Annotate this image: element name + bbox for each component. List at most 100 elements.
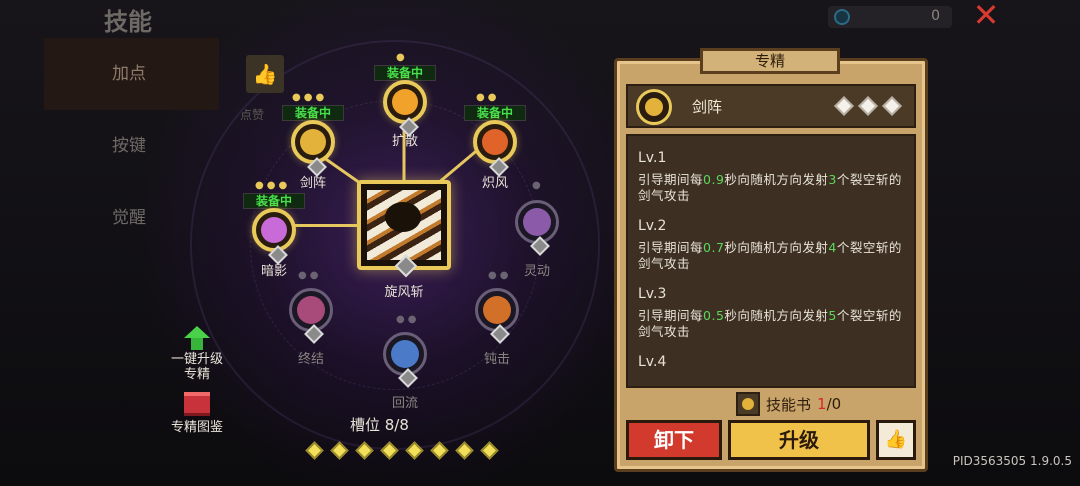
node-dots: ●●: [488, 270, 512, 281]
level-entry: Lv.2 引导期间每0.7秒向随机方向发射4个裂空斩的剑气攻击: [638, 218, 904, 272]
up-arrow-icon: [184, 326, 210, 338]
selected-skill-header: 剑阵: [626, 84, 916, 128]
node-label: 回流: [391, 396, 418, 411]
equipped-tag: 装备中: [243, 193, 305, 209]
currency-counter: 0: [828, 6, 952, 28]
desc-count: 5: [828, 308, 837, 323]
tab-keys[interactable]: 按键: [44, 110, 219, 182]
main-skill-label: 旋风斩: [384, 285, 424, 300]
like-label: 点赞: [240, 108, 265, 122]
level-title: Lv.1: [638, 150, 667, 166]
level-description: 引导期间每0.9秒向随机方向发射3个裂空斩的剑气攻击: [638, 172, 904, 204]
up-arrow-stem: [191, 338, 203, 350]
one-click-upgrade-label: 一键升级 专精: [170, 352, 223, 382]
skill-node-finisher[interactable]: [289, 288, 333, 344]
level-list[interactable]: Lv.1 引导期间每0.9秒向随机方向发射3个裂空斩的剑气攻击 Lv.2 引导期…: [626, 134, 916, 388]
main-skill-node[interactable]: [357, 180, 451, 278]
skill-book-count: 1/0: [817, 395, 841, 413]
skill-book-label: 技能书: [766, 395, 812, 414]
skill-node-blunt-strike[interactable]: [475, 288, 519, 344]
skill-node-shadow[interactable]: [252, 208, 296, 265]
level-entry: Lv.4: [638, 354, 904, 370]
desc-count: 4: [828, 240, 837, 255]
equipped-tag: 装备中: [374, 65, 436, 81]
node-core: [297, 296, 325, 324]
level-description: 引导期间每0.7秒向随机方向发射4个裂空斩的剑气攻击: [638, 240, 904, 272]
tree-link: [293, 224, 358, 227]
node-core: [523, 208, 551, 236]
upgrade-button[interactable]: 升级: [728, 420, 870, 460]
slot-diamond-icon: [305, 441, 324, 460]
book-have: 1: [817, 395, 827, 413]
tab-allocate[interactable]: 加点: [44, 38, 219, 110]
equipped-tag: 装备中: [464, 105, 526, 121]
level-entry: Lv.3 引导期间每0.5秒向随机方向发射5个裂空斩的剑气攻击: [638, 286, 904, 340]
skill-node-blaze-wind[interactable]: [473, 120, 517, 177]
like-button[interactable]: 👍: [246, 55, 284, 93]
panel-title: 专精: [700, 48, 840, 74]
codex-button[interactable]: 专精图鉴: [162, 392, 232, 435]
skill-book-row: 技能书 1/0: [736, 392, 841, 416]
desc-text: 引导期间每: [638, 172, 704, 187]
node-core: [300, 129, 326, 155]
thumbs-up-icon: 👍: [884, 429, 908, 450]
skill-node-sword-array[interactable]: [291, 120, 335, 177]
unequip-button[interactable]: 卸下: [626, 420, 722, 460]
main-skill-art: [367, 190, 441, 260]
panel-like-button[interactable]: 👍: [876, 420, 916, 460]
one-click-upgrade-button[interactable]: 一键升级 专精: [162, 326, 232, 382]
star-icon: [858, 96, 878, 116]
node-dots: ●●●: [292, 92, 328, 103]
node-dots: ●●: [396, 314, 420, 325]
desc-interval: 0.5: [703, 308, 725, 323]
node-core: [392, 89, 418, 115]
star-rating: [834, 96, 902, 116]
node-label: 炽风: [481, 176, 508, 191]
sword-array-icon: [636, 89, 672, 125]
slot-diamonds: [305, 440, 499, 461]
gem-currency-icon: [834, 9, 850, 25]
level-entry: Lv.1 引导期间每0.9秒向随机方向发射3个裂空斩的剑气攻击: [638, 150, 904, 204]
desc-text: 秒向随机方向发射: [724, 240, 829, 255]
desc-interval: 0.7: [703, 240, 725, 255]
star-icon: [882, 96, 902, 116]
currency-value: 0: [931, 8, 940, 24]
slot-diamond-icon: [355, 441, 374, 460]
equipped-tag: 装备中: [282, 105, 344, 121]
tab-awaken[interactable]: 觉醒: [44, 182, 219, 254]
node-dots: ●: [396, 52, 408, 63]
node-dots: ●●: [298, 270, 322, 281]
node-core: [391, 340, 419, 368]
node-dots: ●●: [476, 92, 500, 103]
slot-diamond-icon: [455, 441, 474, 460]
desc-text: 秒向随机方向发射: [724, 172, 829, 187]
main-skill-core: [385, 202, 421, 232]
icon-core: [645, 98, 663, 116]
node-dots: ●: [532, 180, 544, 191]
desc-interval: 0.9: [703, 172, 725, 187]
node-label: 钝击: [483, 352, 510, 367]
slots-label: 槽位 8/8: [350, 416, 409, 434]
close-icon: ✕: [972, 0, 1000, 34]
selected-skill-name: 剑阵: [692, 98, 723, 116]
level-title: Lv.3: [638, 286, 667, 302]
skill-node-agile[interactable]: [515, 200, 559, 256]
node-core: [482, 129, 508, 155]
side-tabs: 加点 按键 觉醒: [44, 38, 219, 254]
skill-node-spread[interactable]: [383, 80, 427, 137]
skill-book-icon: [736, 392, 760, 416]
thumbs-up-icon: 👍: [252, 62, 278, 86]
close-button[interactable]: ✕: [968, 0, 1004, 32]
book-need: /0: [826, 395, 842, 413]
node-core: [261, 217, 287, 243]
star-icon: [834, 96, 854, 116]
node-core: [483, 296, 511, 324]
book-icon: [184, 392, 210, 416]
skill-node-backflow[interactable]: [383, 332, 427, 388]
node-dots: ●●●: [255, 180, 291, 191]
desc-text: 引导期间每: [638, 240, 704, 255]
desc-text: 引导期间每: [638, 308, 704, 323]
version-label: PID3563505 1.9.0.5: [952, 454, 1072, 468]
slot-diamond-icon: [480, 441, 499, 460]
level-description: 引导期间每0.5秒向随机方向发射5个裂空斩的剑气攻击: [638, 308, 904, 340]
